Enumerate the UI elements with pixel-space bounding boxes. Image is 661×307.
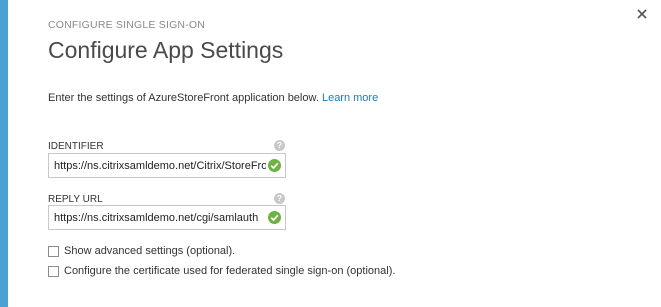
close-icon (637, 9, 647, 19)
certificate-label: Configure the certificate used for feder… (64, 265, 396, 277)
identifier-label: IDENTIFIER (48, 141, 104, 152)
configure-app-settings-dialog: CONFIGURE SINGLE SIGN-ON Configure App S… (8, 0, 661, 307)
advanced-settings-option[interactable]: Show advanced settings (optional). (48, 245, 235, 257)
identifier-help-icon[interactable]: ? (274, 140, 285, 151)
reply-url-label: REPLY URL (48, 194, 103, 205)
certificate-checkbox[interactable] (48, 265, 59, 277)
intro-text: Enter the settings of AzureStoreFront ap… (48, 92, 378, 104)
learn-more-link[interactable]: Learn more (322, 92, 378, 104)
intro-sentence: Enter the settings of AzureStoreFront ap… (48, 92, 319, 104)
certificate-option[interactable]: Configure the certificate used for feder… (48, 265, 395, 277)
close-button[interactable] (636, 8, 648, 20)
page-title: Configure App Settings (48, 37, 284, 63)
reply-url-input[interactable] (49, 206, 266, 229)
reply-url-help-icon[interactable]: ? (274, 193, 285, 204)
valid-check-icon (268, 211, 281, 224)
valid-check-icon (268, 159, 281, 172)
advanced-settings-checkbox[interactable] (48, 245, 59, 257)
reply-url-field[interactable] (48, 205, 286, 230)
dialog-kicker: CONFIGURE SINGLE SIGN-ON (48, 19, 206, 31)
identifier-input[interactable] (49, 154, 266, 177)
identifier-field[interactable] (48, 153, 286, 178)
accent-strip (0, 0, 8, 307)
advanced-settings-label: Show advanced settings (optional). (64, 245, 236, 257)
